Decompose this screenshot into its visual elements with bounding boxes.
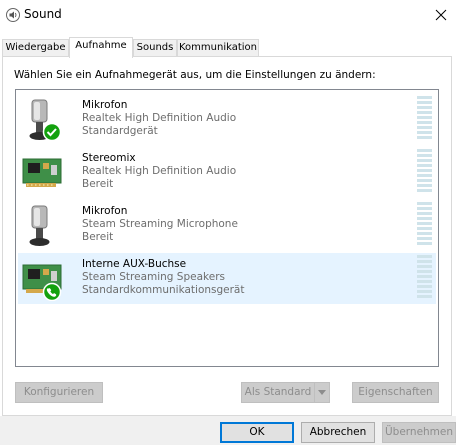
dialog-footer: OK Abbrechen Übernehmen [0,416,456,445]
device-description: Steam Streaming Microphone [82,218,238,230]
tab-kommunikation[interactable]: Kommunikation [177,39,259,57]
list-item-device-selected[interactable]: Interne AUX-Buchse Steam Streaming Speak… [18,253,436,304]
device-description: Realtek High Definition Audio [82,165,237,177]
device-name: Interne AUX-Buchse [82,258,187,270]
apply-button[interactable]: Übernehmen [382,422,456,443]
sound-card-icon [22,264,62,301]
speaker-icon [6,8,20,22]
device-description: Realtek High Definition Audio [82,112,237,124]
microphone-icon [29,99,62,142]
set-default-dropdown[interactable] [314,383,329,402]
close-icon [435,9,447,21]
window-title: Sound [24,7,62,21]
chevron-down-icon [318,390,326,395]
device-description: Steam Streaming Speakers [82,271,225,283]
device-name: Mikrofon [82,99,128,111]
tab-wiedergabe[interactable]: Wiedergabe [2,39,69,57]
set-default-label: Als Standard [244,386,312,398]
instruction-text: Wählen Sie ein Aufnahmegerät aus, um die… [14,69,376,81]
level-meter [417,255,432,298]
level-meter [417,202,432,245]
cancel-button[interactable]: Abbrechen [301,422,375,443]
list-item-device[interactable]: Stereomix Realtek High Definition Audio … [18,147,436,198]
properties-button[interactable]: Eigenschaften [352,382,439,403]
microphone-icon [29,205,50,246]
device-status: Standardgerät [82,125,158,137]
tab-sounds[interactable]: Sounds [133,39,177,57]
device-list[interactable]: Mikrofon Realtek High Definition Audio S… [15,89,439,367]
device-status: Standardkommunikationsgerät [82,284,245,296]
device-name: Stereomix [82,152,136,164]
set-default-button[interactable]: Als Standard [241,382,330,403]
phone-badge-icon [42,282,62,301]
list-item-device[interactable]: Mikrofon Realtek High Definition Audio S… [18,94,436,145]
device-status: Bereit [82,178,114,190]
tab-panel: Wählen Sie ein Aufnahmegerät aus, um die… [2,56,452,416]
tab-bar: Wiedergabe Aufnahme Sounds Kommunikation [0,37,456,58]
device-status: Bereit [82,231,114,243]
level-meter [417,96,432,139]
level-meter [417,149,432,192]
sound-card-icon [22,158,62,187]
close-button[interactable] [426,0,456,30]
check-badge-icon [42,122,62,142]
configure-button[interactable]: Konfigurieren [15,382,103,403]
device-name: Mikrofon [82,205,128,217]
ok-button[interactable]: OK [220,422,294,443]
tab-aufnahme[interactable]: Aufnahme [69,37,133,58]
title-bar: Sound [0,0,456,30]
list-item-device[interactable]: Mikrofon Steam Streaming Microphone Bere… [18,200,436,251]
